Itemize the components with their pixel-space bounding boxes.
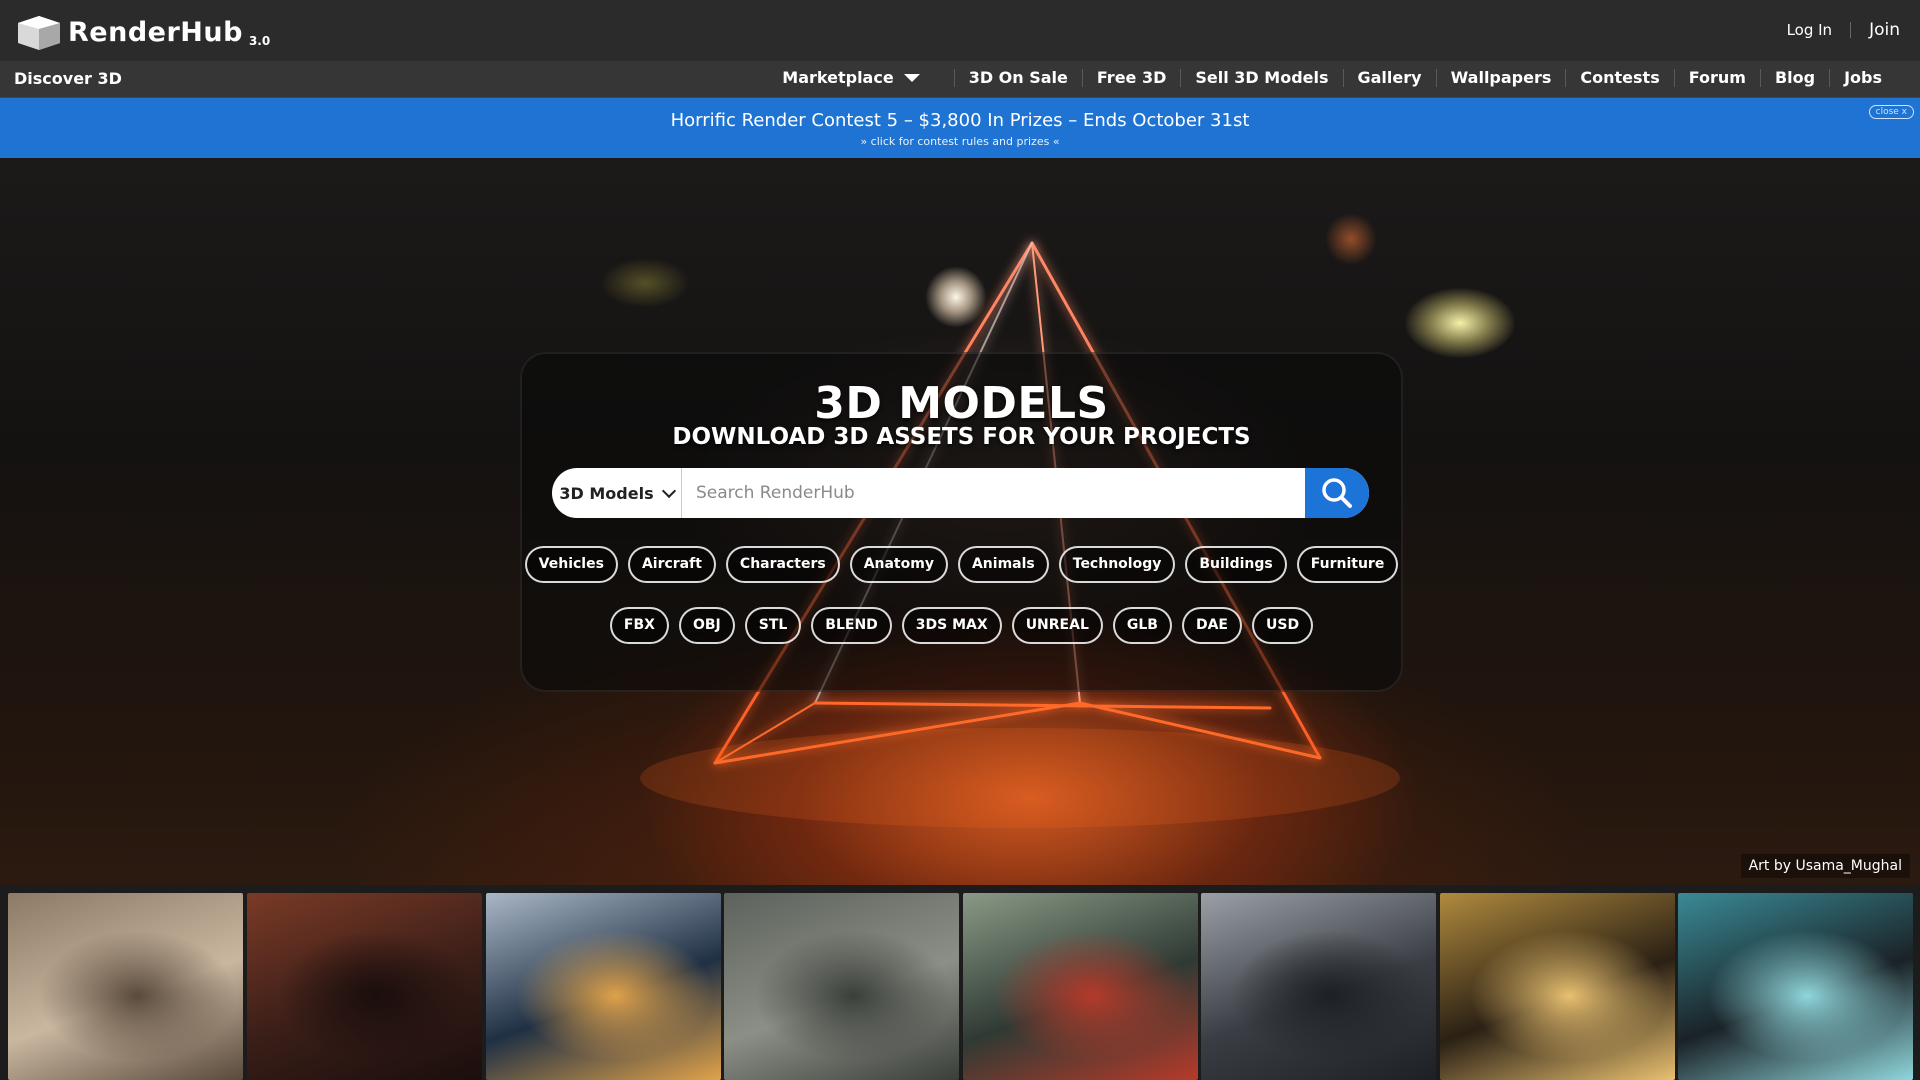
category-pill-animals[interactable]: Animals <box>957 546 1049 583</box>
thumbnail[interactable] <box>963 893 1198 1080</box>
thumbnail[interactable] <box>724 893 959 1080</box>
thumbnail[interactable] <box>1678 893 1913 1080</box>
nav-item-free-3d[interactable]: Free 3D <box>1081 69 1180 87</box>
contest-banner[interactable]: Horrific Render Contest 5 – $3,800 In Pr… <box>0 98 1920 158</box>
top-bar: RenderHub 3.0 Log In Join <box>0 0 1920 61</box>
art-credit[interactable]: Art by Usama_Mughal <box>1740 854 1910 878</box>
format-pill-unreal[interactable]: UNREAL <box>1011 607 1103 644</box>
format-pill-blend[interactable]: BLEND <box>811 607 892 644</box>
nav-item-contests[interactable]: Contests <box>1565 69 1673 87</box>
nav-items: Marketplace 3D On Sale Free 3D Sell 3D M… <box>768 69 1896 87</box>
gallery-thumbnails <box>0 885 1920 1080</box>
thumbnail[interactable] <box>8 893 243 1080</box>
thumbnail[interactable] <box>486 893 721 1080</box>
banner-subtitle: » click for contest rules and prizes « <box>860 135 1060 148</box>
category-pill-vehicles[interactable]: Vehicles <box>524 546 618 583</box>
main-nav: Discover 3D Marketplace 3D On Sale Free … <box>0 61 1920 98</box>
nav-item-label: Marketplace <box>782 68 894 87</box>
search-panel: 3D MODELS DOWNLOAD 3D ASSETS FOR YOUR PR… <box>520 352 1403 692</box>
search-input[interactable] <box>682 468 1305 518</box>
nav-item-blog[interactable]: Blog <box>1759 69 1829 87</box>
category-pill-anatomy[interactable]: Anatomy <box>849 546 948 583</box>
search-type-label: 3D Models <box>559 483 654 503</box>
brand-name: RenderHub <box>68 17 243 48</box>
chevron-down-icon <box>661 483 676 498</box>
format-pill-usd[interactable]: USD <box>1252 607 1314 644</box>
cube-logo-icon <box>18 16 60 50</box>
light-flare <box>925 266 987 328</box>
caret-down-icon <box>903 74 920 82</box>
nav-discover-3d[interactable]: Discover 3D <box>14 69 122 88</box>
category-pill-furniture[interactable]: Furniture <box>1296 546 1399 583</box>
brand-version: 3.0 <box>248 34 271 48</box>
light-flare <box>1405 288 1515 358</box>
search-type-dropdown[interactable]: 3D Models <box>552 468 682 518</box>
category-pills: Vehicles Aircraft Characters Anatomy Ani… <box>522 546 1401 583</box>
hero-title: 3D MODELS <box>814 378 1109 429</box>
light-flare <box>1325 213 1377 265</box>
format-pill-dae[interactable]: DAE <box>1181 607 1242 644</box>
nav-item-marketplace[interactable]: Marketplace <box>768 69 953 87</box>
logo[interactable]: RenderHub 3.0 <box>18 16 270 50</box>
search-bar: 3D Models <box>552 468 1369 518</box>
banner-title: Horrific Render Contest 5 – $3,800 In Pr… <box>670 110 1250 131</box>
login-link[interactable]: Log In <box>1787 21 1833 39</box>
category-pill-characters[interactable]: Characters <box>725 546 840 583</box>
search-icon <box>1322 478 1352 508</box>
nav-item-wallpapers[interactable]: Wallpapers <box>1435 69 1566 87</box>
divider <box>1850 22 1852 38</box>
category-pill-buildings[interactable]: Buildings <box>1185 546 1287 583</box>
banner-close-button[interactable]: close x <box>1868 105 1914 119</box>
nav-item-gallery[interactable]: Gallery <box>1342 69 1436 87</box>
light-flare <box>600 258 690 308</box>
join-link[interactable]: Join <box>1869 20 1900 40</box>
format-pill-fbx[interactable]: FBX <box>609 607 669 644</box>
format-pill-stl[interactable]: STL <box>744 607 802 644</box>
thumbnail[interactable] <box>247 893 482 1080</box>
nav-item-forum[interactable]: Forum <box>1673 69 1760 87</box>
thumbnail[interactable] <box>1440 893 1675 1080</box>
nav-item-sell-3d-models[interactable]: Sell 3D Models <box>1180 69 1342 87</box>
thumbnail[interactable] <box>1201 893 1436 1080</box>
format-pill-obj[interactable]: OBJ <box>678 607 735 644</box>
format-pill-glb[interactable]: GLB <box>1112 607 1172 644</box>
nav-item-3d-on-sale[interactable]: 3D On Sale <box>953 69 1082 87</box>
category-pill-aircraft[interactable]: Aircraft <box>627 546 716 583</box>
nav-item-jobs[interactable]: Jobs <box>1829 69 1896 87</box>
category-pill-technology[interactable]: Technology <box>1058 546 1176 583</box>
format-pills: FBX OBJ STL BLEND 3DS MAX UNREAL GLB DAE… <box>522 607 1401 644</box>
search-button[interactable] <box>1305 468 1369 518</box>
account-links: Log In Join <box>1787 20 1900 40</box>
hero-subtitle: DOWNLOAD 3D ASSETS FOR YOUR PROJECTS <box>672 424 1251 450</box>
format-pill-3ds-max[interactable]: 3DS MAX <box>901 607 1002 644</box>
